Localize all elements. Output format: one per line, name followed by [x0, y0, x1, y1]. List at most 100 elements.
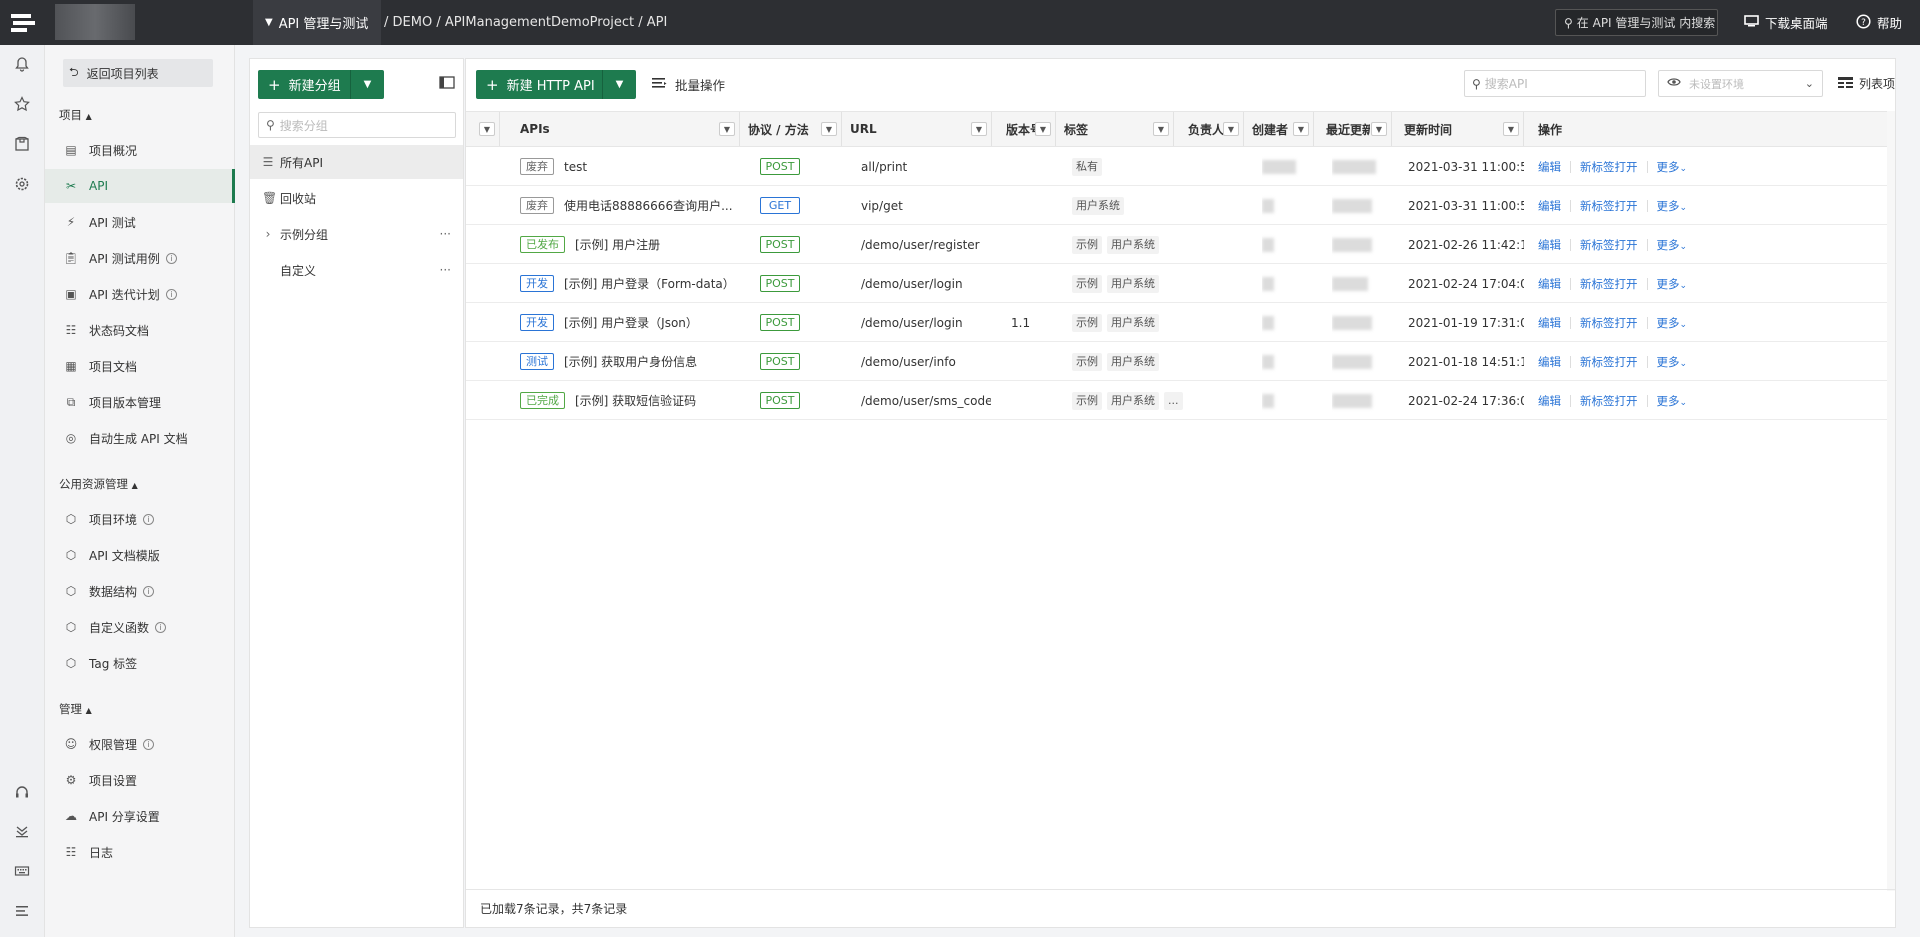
- nav-item-project-settings[interactable]: ⚙︎ 项目设置: [45, 763, 235, 797]
- more-icon[interactable]: ···: [440, 263, 451, 277]
- download-desktop-button[interactable]: 下载桌面端: [1744, 0, 1828, 45]
- table-row[interactable]: 测试 [示例] 获取用户身份信息 POST /demo/user/info 示例…: [466, 342, 1895, 381]
- table-row[interactable]: 废弃 使用电话88886666查询用户... GET vip/get 用户系统 …: [466, 186, 1895, 225]
- nav-item-api-iteration[interactable]: ▣ API 迭代计划 i: [45, 277, 235, 311]
- filter-icon[interactable]: ▼: [821, 122, 837, 136]
- nav-item-auto-docs[interactable]: ◎ 自动生成 API 文档: [45, 421, 235, 455]
- api-name[interactable]: [示例] 获取用户身份信息: [564, 353, 697, 370]
- column-owner[interactable]: 负责人 ▼: [1174, 112, 1244, 146]
- table-row[interactable]: 开发 [示例] 用户登录（Form-data） POST /demo/user/…: [466, 264, 1895, 303]
- nav-item-share-settings[interactable]: ☁︎ API 分享设置: [45, 799, 235, 833]
- api-name[interactable]: 使用电话88886666查询用户...: [564, 197, 733, 214]
- nav-item-tags[interactable]: ⬡ Tag 标签: [45, 646, 235, 680]
- list-mode-toggle[interactable]: 列表项: [1838, 70, 1895, 97]
- info-icon[interactable]: i: [155, 621, 167, 633]
- help-button[interactable]: ? 帮助: [1856, 0, 1902, 45]
- menu-icon[interactable]: [11, 900, 33, 922]
- caret-down-icon[interactable]: ▼: [602, 70, 636, 99]
- select-all-column[interactable]: ▼: [466, 112, 500, 146]
- column-method[interactable]: 协议 / 方法 ▼: [740, 112, 842, 146]
- app-logo-icon[interactable]: [0, 0, 45, 45]
- group-search-input[interactable]: ⚲ 搜索分组: [258, 112, 456, 138]
- open-new-tab-link[interactable]: 新标签打开: [1580, 198, 1638, 214]
- api-name-cell[interactable]: 已发布 [示例] 用户注册: [520, 225, 740, 264]
- api-search-input[interactable]: ⚲ 搜索API: [1464, 70, 1646, 97]
- open-new-tab-link[interactable]: 新标签打开: [1580, 315, 1638, 331]
- filter-icon[interactable]: ▼: [1503, 122, 1519, 136]
- group-item-custom[interactable]: 自定义 ···: [250, 253, 463, 287]
- filter-icon[interactable]: ▼: [1293, 122, 1309, 136]
- edit-link[interactable]: 编辑: [1538, 237, 1561, 253]
- new-group-button[interactable]: + 新建分组 ▼: [258, 70, 384, 99]
- column-update-time[interactable]: 更新时间 ▼: [1392, 112, 1524, 146]
- environment-select[interactable]: 未设置环境 ⌄: [1658, 70, 1823, 97]
- breadcrumb[interactable]: / DEMO / APIManagementDemoProject / API: [384, 0, 667, 45]
- back-to-projects-button[interactable]: ⮌ 返回项目列表: [63, 59, 213, 87]
- new-http-api-button[interactable]: + 新建 HTTP API ▼: [476, 70, 636, 99]
- filter-icon[interactable]: ▼: [1371, 122, 1387, 136]
- info-icon[interactable]: i: [143, 513, 155, 525]
- more-link[interactable]: 更多⌄: [1657, 393, 1688, 409]
- nav-item-environments[interactable]: ⬡ 项目环境 i: [45, 502, 235, 536]
- api-name[interactable]: [示例] 用户注册: [575, 236, 660, 253]
- filter-icon[interactable]: ▼: [971, 122, 987, 136]
- headset-icon[interactable]: [11, 781, 33, 803]
- column-apis[interactable]: APIs ▼: [500, 112, 740, 146]
- edit-link[interactable]: 编辑: [1538, 198, 1561, 214]
- chevron-right-icon[interactable]: ›: [262, 227, 274, 241]
- table-row[interactable]: 废弃 test POST all/print 私有 2021-03-31 11:…: [466, 147, 1895, 186]
- nav-item-custom-functions[interactable]: ⬡ 自定义函数 i: [45, 610, 235, 644]
- section-manage[interactable]: 管理 ▲: [59, 701, 92, 717]
- filter-icon[interactable]: ▼: [479, 122, 495, 136]
- group-item-example[interactable]: › 示例分组 ···: [250, 217, 463, 251]
- filter-icon[interactable]: ▼: [1035, 122, 1051, 136]
- open-new-tab-link[interactable]: 新标签打开: [1580, 276, 1638, 292]
- column-url[interactable]: URL ▼: [842, 112, 992, 146]
- filter-icon[interactable]: ▼: [1153, 122, 1169, 136]
- nav-item-api[interactable]: ✂ API: [45, 169, 235, 203]
- more-link[interactable]: 更多⌄: [1657, 315, 1688, 331]
- vertical-scrollbar[interactable]: [1887, 111, 1895, 891]
- nav-item-api-test-cases[interactable]: 📋︎ API 测试用例 i: [45, 241, 235, 275]
- api-name-cell[interactable]: 废弃 test: [520, 147, 740, 186]
- project-switcher[interactable]: ▼ API 管理与测试: [253, 0, 381, 45]
- filter-icon[interactable]: ▼: [1223, 122, 1239, 136]
- nav-item-project-docs[interactable]: ▦ 项目文档: [45, 349, 235, 383]
- nav-item-logs[interactable]: ☷ 日志: [45, 835, 235, 869]
- edit-link[interactable]: 编辑: [1538, 354, 1561, 370]
- info-icon[interactable]: i: [165, 252, 177, 264]
- api-name[interactable]: test: [564, 160, 587, 174]
- column-version[interactable]: 版本号▼: [992, 112, 1056, 146]
- info-icon[interactable]: i: [143, 738, 155, 750]
- download-icon[interactable]: [11, 820, 33, 842]
- column-last-updated-by[interactable]: 最近更新 ▼: [1314, 112, 1392, 146]
- open-new-tab-link[interactable]: 新标签打开: [1580, 354, 1638, 370]
- open-new-tab-link[interactable]: 新标签打开: [1580, 237, 1638, 253]
- api-name[interactable]: [示例] 用户登录（Form-data）: [564, 275, 735, 292]
- more-link[interactable]: 更多⌄: [1657, 237, 1688, 253]
- more-link[interactable]: 更多⌄: [1657, 276, 1688, 292]
- nav-item-doc-templates[interactable]: ⬡ API 文档模版: [45, 538, 235, 572]
- section-project[interactable]: 项目 ▲: [59, 107, 92, 123]
- table-row[interactable]: 已完成 [示例] 获取短信验证码 POST /demo/user/sms_cod…: [466, 381, 1895, 420]
- batch-operation-button[interactable]: 批量操作: [652, 70, 725, 99]
- global-search-input[interactable]: ⚲ 在 API 管理与测试 内搜索: [1555, 9, 1718, 36]
- more-link[interactable]: 更多⌄: [1657, 159, 1688, 175]
- edit-link[interactable]: 编辑: [1538, 276, 1561, 292]
- open-new-tab-link[interactable]: 新标签打开: [1580, 159, 1638, 175]
- caret-down-icon[interactable]: ▼: [350, 70, 384, 99]
- nav-item-status-codes[interactable]: ☷ 状态码文档: [45, 313, 235, 347]
- api-name-cell[interactable]: 测试 [示例] 获取用户身份信息: [520, 342, 740, 381]
- info-icon[interactable]: i: [143, 585, 155, 597]
- api-name-cell[interactable]: 开发 [示例] 用户登录（Json）: [520, 303, 740, 342]
- gear-icon[interactable]: [11, 173, 33, 195]
- column-tags[interactable]: 标签 ▼: [1056, 112, 1174, 146]
- nav-item-overview[interactable]: ▤ 项目概况: [45, 133, 235, 167]
- group-item-all[interactable]: ☰ 所有API: [250, 145, 463, 179]
- table-row[interactable]: 已发布 [示例] 用户注册 POST /demo/user/register 示…: [466, 225, 1895, 264]
- more-link[interactable]: 更多⌄: [1657, 354, 1688, 370]
- bell-icon[interactable]: [11, 53, 33, 75]
- column-creator[interactable]: 创建者 ▼: [1244, 112, 1314, 146]
- open-new-tab-link[interactable]: 新标签打开: [1580, 393, 1638, 409]
- api-name-cell[interactable]: 开发 [示例] 用户登录（Form-data）: [520, 264, 740, 303]
